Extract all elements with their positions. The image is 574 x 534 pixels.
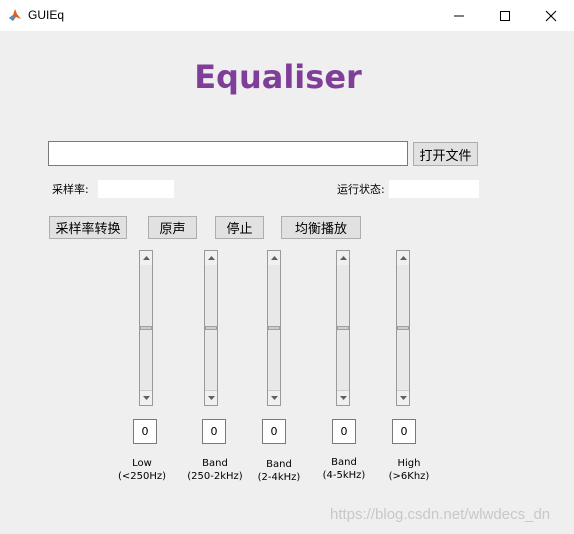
scroll-up-arrow-icon[interactable] [268, 251, 280, 266]
sample-rate-convert-button[interactable]: 采样率转换 [49, 216, 127, 239]
band-4-label: Band (4-5kHz) [316, 456, 372, 482]
band-2-value[interactable]: 0 [202, 419, 226, 444]
scroll-up-arrow-icon[interactable] [140, 251, 152, 266]
stop-button[interactable]: 停止 [215, 216, 264, 239]
file-path-input[interactable] [48, 141, 408, 166]
band-range: (4-5kHz) [322, 470, 366, 481]
scroll-up-arrow-icon[interactable] [205, 251, 217, 266]
slider-track[interactable] [397, 265, 409, 391]
open-file-button[interactable]: 打开文件 [413, 142, 478, 166]
slider-thumb[interactable] [397, 326, 409, 330]
maximize-button[interactable] [482, 0, 528, 31]
equalize-play-button[interactable]: 均衡播放 [281, 216, 361, 239]
slider-band-4[interactable] [336, 250, 350, 406]
slider-band-5[interactable] [396, 250, 410, 406]
band-range: (250-2kHz) [187, 471, 243, 482]
sample-rate-value [98, 180, 174, 198]
scroll-up-arrow-icon[interactable] [337, 251, 349, 266]
band-5-label: High (>6Khz) [382, 457, 436, 483]
window-title: GUIEq [28, 8, 65, 22]
band-name: High [397, 458, 421, 469]
band-5-value[interactable]: 0 [392, 419, 416, 444]
close-button[interactable] [528, 0, 574, 31]
watermark: https://blog.csdn.net/wlwdecs_dn [330, 506, 551, 523]
band-1-value[interactable]: 0 [133, 419, 157, 444]
band-name: Band [266, 459, 292, 470]
band-name: Band [202, 458, 228, 469]
slider-thumb[interactable] [268, 326, 280, 330]
minimize-button[interactable] [436, 0, 482, 31]
band-4-value[interactable]: 0 [332, 419, 356, 444]
minimize-icon [454, 15, 464, 16]
band-name: Low [132, 458, 152, 469]
band-1-label: Low (<250Hz) [112, 457, 172, 483]
slider-thumb[interactable] [140, 326, 152, 330]
slider-track[interactable] [337, 265, 349, 391]
band-2-label: Band (250-2kHz) [184, 457, 246, 483]
run-status-value [389, 180, 479, 198]
slider-band-1[interactable] [139, 250, 153, 406]
slider-thumb[interactable] [205, 326, 217, 330]
slider-thumb[interactable] [337, 326, 349, 330]
band-name: Band [331, 457, 357, 468]
slider-band-2[interactable] [204, 250, 218, 406]
band-3-label: Band (2-4kHz) [250, 458, 308, 484]
slider-track[interactable] [140, 265, 152, 391]
scroll-down-arrow-icon[interactable] [268, 390, 280, 405]
original-sound-button[interactable]: 原声 [148, 216, 197, 239]
band-range: (>6Khz) [388, 471, 430, 482]
scroll-down-arrow-icon[interactable] [140, 390, 152, 405]
scroll-down-arrow-icon[interactable] [337, 390, 349, 405]
slider-track[interactable] [268, 265, 280, 391]
maximize-icon [500, 10, 510, 21]
scroll-up-arrow-icon[interactable] [397, 251, 409, 266]
band-3-value[interactable]: 0 [262, 419, 286, 444]
band-range: (2-4kHz) [257, 472, 301, 483]
window-titlebar: GUIEq [0, 0, 574, 31]
sample-rate-label: 采样率: [52, 183, 89, 196]
slider-band-3[interactable] [267, 250, 281, 406]
scroll-down-arrow-icon[interactable] [205, 390, 217, 405]
scroll-down-arrow-icon[interactable] [397, 390, 409, 405]
run-status-label: 运行状态: [337, 183, 385, 196]
slider-track[interactable] [205, 265, 217, 391]
page-title: Equaliser [194, 58, 362, 96]
close-icon [545, 10, 557, 21]
matlab-icon [8, 8, 22, 22]
band-range: (<250Hz) [117, 471, 167, 482]
